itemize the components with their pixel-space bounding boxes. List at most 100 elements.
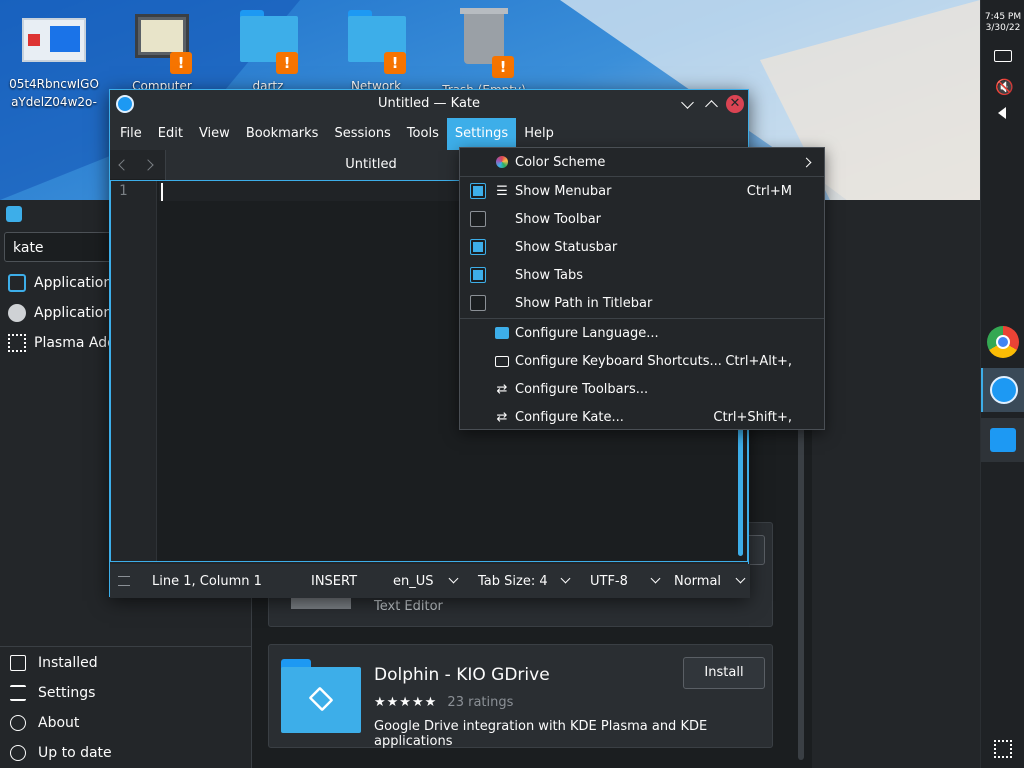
volume-muted-icon[interactable]: 🔇 <box>995 78 1014 96</box>
desktop-file-icon[interactable]: 05t4RbncwIGO aYdelZ04w2o- <box>4 14 104 110</box>
menu-item-show-statusbar[interactable]: Show Statusbar <box>460 233 824 261</box>
taskbar-discover[interactable] <box>981 418 1024 462</box>
menu-bookmarks[interactable]: Bookmarks <box>238 118 327 150</box>
checkbox-unchecked[interactable] <box>470 295 486 311</box>
warning-icon: ! <box>384 52 406 74</box>
menu-item-configure-shortcuts[interactable]: Configure Keyboard Shortcuts... Ctrl+Alt… <box>460 347 824 375</box>
nav-label: Up to date <box>38 745 112 761</box>
close-icon[interactable]: ✕ <box>726 95 744 113</box>
checkbox-checked[interactable] <box>470 267 486 283</box>
app-card-dolphin-gdrive[interactable]: Dolphin - KIO GDrive ★★★★★ 23 ratings Go… <box>268 644 773 749</box>
window-title: Untitled — Kate <box>377 96 481 111</box>
warning-icon: ! <box>170 52 192 74</box>
discover-search-input[interactable]: kate <box>4 232 124 262</box>
tab-size-label: Tab Size: 4 <box>478 574 548 589</box>
menu-item-label: Color Scheme <box>515 154 606 170</box>
chevron-down-icon <box>560 573 571 584</box>
taskbar-kate[interactable] <box>981 368 1024 412</box>
dictionary-label: en_US <box>393 574 434 589</box>
tab-prev-icon[interactable] <box>118 159 130 171</box>
info-icon <box>10 715 26 731</box>
chrome-icon <box>987 326 1019 358</box>
menu-file[interactable]: File <box>112 118 150 150</box>
menu-sessions[interactable]: Sessions <box>326 118 398 150</box>
desktop-toggle-icon[interactable] <box>994 740 1012 758</box>
folder-gdrive-icon <box>281 659 361 733</box>
tab-size-selector[interactable]: Tab Size: 4 <box>478 573 571 589</box>
cursor-position[interactable]: Line 1, Column 1 <box>152 574 262 589</box>
clock[interactable]: 7:45 PM 3/30/22 <box>981 12 1024 34</box>
encoding-selector[interactable]: UTF-8 <box>590 573 661 589</box>
input-mode-indicator[interactable]: INSERT <box>311 574 357 589</box>
menu-item-label: Configure Keyboard Shortcuts... <box>515 353 722 369</box>
title-bar[interactable]: Untitled — Kate ✕ <box>110 90 748 118</box>
color-scheme-icon <box>496 156 508 168</box>
status-bar: Line 1, Column 1 INSERT en_US Tab Size: … <box>110 564 750 598</box>
install-button[interactable]: Install <box>683 657 765 689</box>
menu-item-label: Show Statusbar <box>515 239 618 255</box>
nav-label: Installed <box>38 655 98 671</box>
desktop-icon-label: 05t4RbncwIGO <box>9 77 99 91</box>
taskbar-chrome[interactable] <box>981 320 1024 364</box>
menu-help[interactable]: Help <box>516 118 562 150</box>
menu-item-label: Configure Language... <box>515 325 659 341</box>
menu-item-label: Configure Toolbars... <box>515 381 649 397</box>
nav-settings[interactable]: Settings <box>0 678 252 708</box>
menu-item-show-menubar[interactable]: ☰ Show Menubar Ctrl+M <box>460 177 824 205</box>
rating-count: 23 ratings <box>447 695 514 710</box>
editor-scrollbar[interactable] <box>738 416 743 556</box>
app-description: Google Drive integration with KDE Plasma… <box>374 719 708 749</box>
menu-item-label: Show Tabs <box>515 267 583 283</box>
menu-tools[interactable]: Tools <box>399 118 447 150</box>
tab-untitled[interactable]: Untitled <box>165 150 460 180</box>
menu-item-show-tabs[interactable]: Show Tabs <box>460 261 824 289</box>
menu-item-show-path[interactable]: Show Path in Titlebar <box>460 289 824 317</box>
minimize-icon[interactable] <box>681 96 694 109</box>
keyboard-icon[interactable] <box>994 50 1012 62</box>
nav-about[interactable]: About <box>0 708 252 738</box>
line-number-gutter: 1 <box>111 181 157 561</box>
menubar-icon: ☰ <box>496 183 508 199</box>
chevron-down-icon <box>650 573 661 584</box>
nav-updates[interactable]: Up to date <box>0 738 252 768</box>
sidebar-toggle-icon[interactable] <box>118 576 130 586</box>
menu-item-configure-toolbars[interactable]: ⇄ Configure Toolbars... <box>460 375 824 403</box>
desktop-network-icon[interactable]: ! Network <box>326 8 426 94</box>
encoding-label: UTF-8 <box>590 574 628 589</box>
menu-bar: File Edit View Bookmarks Sessions Tools … <box>110 118 748 150</box>
update-icon <box>10 745 26 761</box>
menu-item-label: Show Menubar <box>515 183 612 199</box>
desktop-home-folder-icon[interactable]: ! dartz <box>218 8 318 94</box>
line-number: 1 <box>119 183 128 199</box>
menu-item-color-scheme[interactable]: Color Scheme <box>460 148 824 176</box>
menu-item-configure-kate[interactable]: ⇄ Configure Kate... Ctrl+Shift+, <box>460 403 824 431</box>
warning-icon: ! <box>492 56 514 78</box>
app-subtitle: Text Editor <box>374 599 443 614</box>
rating: ★★★★★ 23 ratings <box>374 695 513 710</box>
menu-settings[interactable]: Settings <box>446 118 517 150</box>
mode-selector[interactable]: Normal <box>674 573 746 589</box>
chevron-down-icon <box>448 573 458 584</box>
warning-icon: ! <box>276 52 298 74</box>
category-applications[interactable]: Applications <box>8 270 120 296</box>
maximize-icon[interactable] <box>705 100 718 113</box>
more-icon <box>8 304 26 322</box>
checkbox-checked[interactable] <box>470 239 486 255</box>
menu-item-label: Show Path in Titlebar <box>515 295 653 311</box>
checkbox-unchecked[interactable] <box>470 211 486 227</box>
menu-edit[interactable]: Edit <box>150 118 191 150</box>
menu-view[interactable]: View <box>191 118 238 150</box>
category-plasma-addons[interactable]: Plasma Add <box>8 330 116 356</box>
expand-arrow-icon[interactable] <box>998 107 1006 119</box>
menu-item-configure-language[interactable]: Configure Language... <box>460 319 824 347</box>
desktop-computer-icon[interactable]: ! Computer <box>112 8 212 94</box>
desktop-trash-icon[interactable]: ! Trash (Empty) <box>434 8 534 98</box>
checkbox-checked[interactable] <box>470 183 486 199</box>
tab-next-icon[interactable] <box>142 159 154 171</box>
discover-icon <box>990 428 1016 452</box>
shortcut-label: Ctrl+Alt+, <box>725 353 792 369</box>
plasma-icon <box>8 334 26 352</box>
nav-installed[interactable]: Installed <box>0 648 252 678</box>
dictionary-selector[interactable]: en_US <box>393 573 458 589</box>
menu-item-show-toolbar[interactable]: Show Toolbar <box>460 205 824 233</box>
